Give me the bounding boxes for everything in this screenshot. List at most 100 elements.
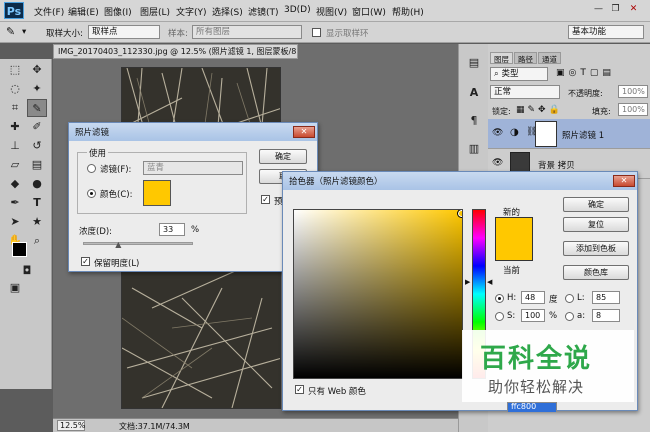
- opacity-field[interactable]: 100%: [618, 85, 648, 98]
- workspace-select[interactable]: 基本功能: [568, 25, 644, 39]
- doc-info: 文档:37.1M/74.3M: [119, 422, 190, 431]
- fill-field[interactable]: 100%: [618, 103, 648, 116]
- dodge-tool-icon[interactable]: ●: [27, 175, 47, 193]
- menu-edit[interactable]: 编辑(E): [68, 5, 99, 18]
- web-colors-only-label: 只有 Web 颜色: [308, 387, 366, 397]
- color-radio[interactable]: [87, 189, 96, 198]
- lock-icons[interactable]: ▦✎✥🔒: [516, 105, 563, 115]
- screen-mode-icon[interactable]: ▣: [5, 279, 25, 297]
- menu-select[interactable]: 选择(S): [212, 5, 243, 18]
- density-slider-thumb[interactable]: ▲: [115, 240, 121, 249]
- menu-type[interactable]: 文字(Y): [176, 5, 207, 18]
- menu-filter[interactable]: 滤镜(T): [248, 5, 279, 18]
- filter-color-swatch[interactable]: [143, 180, 171, 206]
- visibility-eye-icon[interactable]: 👁: [492, 158, 503, 168]
- photo-filter-dialog: 照片滤镜 ✕ 使用 滤镜(F): 蓝青 颜色(C): 浓度(D): 33 % ▲…: [68, 122, 318, 272]
- photoshop-logo: Ps: [4, 2, 24, 19]
- restore-icon[interactable]: ❐: [608, 2, 623, 17]
- history-brush-tool-icon[interactable]: ↺: [27, 137, 47, 155]
- stamp-tool-icon[interactable]: ⊥: [5, 137, 25, 155]
- filter-select[interactable]: 蓝青: [143, 161, 243, 175]
- menu-layer[interactable]: 图层(L): [140, 5, 170, 18]
- layer-mask-thumbnail[interactable]: [535, 121, 557, 147]
- lasso-tool-icon[interactable]: ◌: [5, 80, 25, 98]
- density-label: 浓度(D):: [79, 227, 113, 237]
- tab-layers[interactable]: 图层: [490, 52, 513, 64]
- h-field[interactable]: 48: [521, 291, 545, 304]
- eyedropper-icon[interactable]: ✎: [6, 25, 15, 38]
- gradient-tool-icon[interactable]: ▤: [27, 156, 47, 174]
- healing-tool-icon[interactable]: ✚: [5, 118, 25, 136]
- menu-help[interactable]: 帮助(H): [392, 5, 424, 18]
- s-field[interactable]: 100: [521, 309, 545, 322]
- paragraph-panel-icon[interactable]: ¶: [464, 112, 484, 130]
- character-panel-icon[interactable]: A: [464, 84, 484, 102]
- color-field[interactable]: [293, 209, 463, 379]
- zoom-field[interactable]: 12.5%: [57, 420, 85, 431]
- brush-tool-icon[interactable]: ✐: [27, 118, 47, 136]
- a-field[interactable]: 8: [592, 309, 620, 322]
- a-radio[interactable]: [565, 312, 574, 321]
- menu-file[interactable]: 文件(F): [34, 5, 64, 18]
- close-icon[interactable]: ✕: [613, 175, 635, 187]
- hue-slider-arrow-right[interactable]: ◀: [487, 278, 492, 286]
- quick-mask-icon[interactable]: ◘: [17, 262, 37, 280]
- foreground-color-swatch[interactable]: [12, 242, 27, 257]
- menu-view[interactable]: 视图(V): [316, 5, 347, 18]
- show-ring-checkbox[interactable]: [312, 28, 321, 37]
- blur-tool-icon[interactable]: ◆: [5, 175, 25, 193]
- move-tool-icon[interactable]: ✥: [27, 61, 47, 79]
- shape-tool-icon[interactable]: ★: [27, 213, 47, 231]
- close-icon[interactable]: ✕: [293, 126, 315, 138]
- preview-checkbox[interactable]: ✓: [261, 195, 270, 204]
- eyedropper-tool-icon[interactable]: ✎: [27, 99, 47, 117]
- menu-image[interactable]: 图像(I): [104, 5, 132, 18]
- filter-radio[interactable]: [87, 164, 96, 173]
- l-field[interactable]: 85: [592, 291, 620, 304]
- blend-mode-select[interactable]: 正常: [490, 85, 560, 99]
- layer-kind-filter[interactable]: ⌕ 类型: [490, 67, 548, 81]
- density-field[interactable]: 33: [159, 223, 185, 236]
- web-colors-only-checkbox[interactable]: ✓: [295, 385, 304, 394]
- color-libraries-button[interactable]: 颜色库: [563, 265, 629, 280]
- path-select-tool-icon[interactable]: ➤: [5, 213, 25, 231]
- tab-paths[interactable]: 路径: [514, 52, 537, 64]
- visibility-eye-icon[interactable]: 👁: [492, 128, 503, 138]
- filter-icons[interactable]: ▣◎T▢▤: [556, 68, 615, 78]
- zoom-tool-icon[interactable]: ⌕: [27, 232, 47, 250]
- document-tab[interactable]: IMG_20170403_112330.jpg @ 12.5% (照片滤镜 1,…: [53, 44, 298, 59]
- eraser-tool-icon[interactable]: ▱: [5, 156, 25, 174]
- s-radio[interactable]: [495, 312, 504, 321]
- h-radio[interactable]: [495, 294, 504, 303]
- layer-row-photo-filter[interactable]: 👁 ◑ ⛓ 照片滤镜 1: [488, 119, 650, 149]
- pen-tool-icon[interactable]: ✒: [5, 194, 25, 212]
- hex-field[interactable]: ffc800: [507, 402, 557, 412]
- color-field-cursor[interactable]: [457, 210, 462, 218]
- menu-3d[interactable]: 3D(D): [284, 5, 311, 15]
- sample-select[interactable]: 所有图层: [192, 25, 302, 39]
- layer-name[interactable]: 背景 拷贝: [538, 159, 575, 171]
- marquee-tool-icon[interactable]: ⬚: [5, 61, 25, 79]
- density-slider-track[interactable]: [83, 242, 193, 245]
- hue-slider-arrow-left[interactable]: ▶: [465, 278, 470, 286]
- sample-size-select[interactable]: 取样点: [88, 25, 160, 39]
- tool-preset-chevron-icon[interactable]: ▾: [22, 27, 26, 37]
- quick-select-tool-icon[interactable]: ✦: [27, 80, 47, 98]
- brush-panel-icon[interactable]: ▥: [464, 140, 484, 158]
- menu-window[interactable]: 窗口(W): [352, 5, 386, 18]
- add-to-swatches-button[interactable]: 添加到色板: [563, 241, 629, 256]
- preserve-luminosity-checkbox[interactable]: ✓: [81, 257, 90, 266]
- layer-name[interactable]: 照片滤镜 1: [562, 129, 604, 141]
- reset-button[interactable]: 复位: [563, 217, 629, 232]
- type-tool-icon[interactable]: T: [27, 194, 47, 212]
- current-color-swatch[interactable]: [495, 239, 533, 261]
- history-panel-icon[interactable]: ▤: [464, 54, 484, 72]
- ok-button[interactable]: 确定: [563, 197, 629, 212]
- tab-channels[interactable]: 通道: [538, 52, 561, 64]
- l-radio[interactable]: [565, 294, 574, 303]
- minimize-icon[interactable]: —: [591, 2, 606, 17]
- ok-button[interactable]: 确定: [259, 149, 307, 164]
- fill-label: 填充:: [592, 107, 611, 116]
- crop-tool-icon[interactable]: ⌗: [5, 99, 25, 117]
- close-icon[interactable]: ✕: [626, 2, 641, 17]
